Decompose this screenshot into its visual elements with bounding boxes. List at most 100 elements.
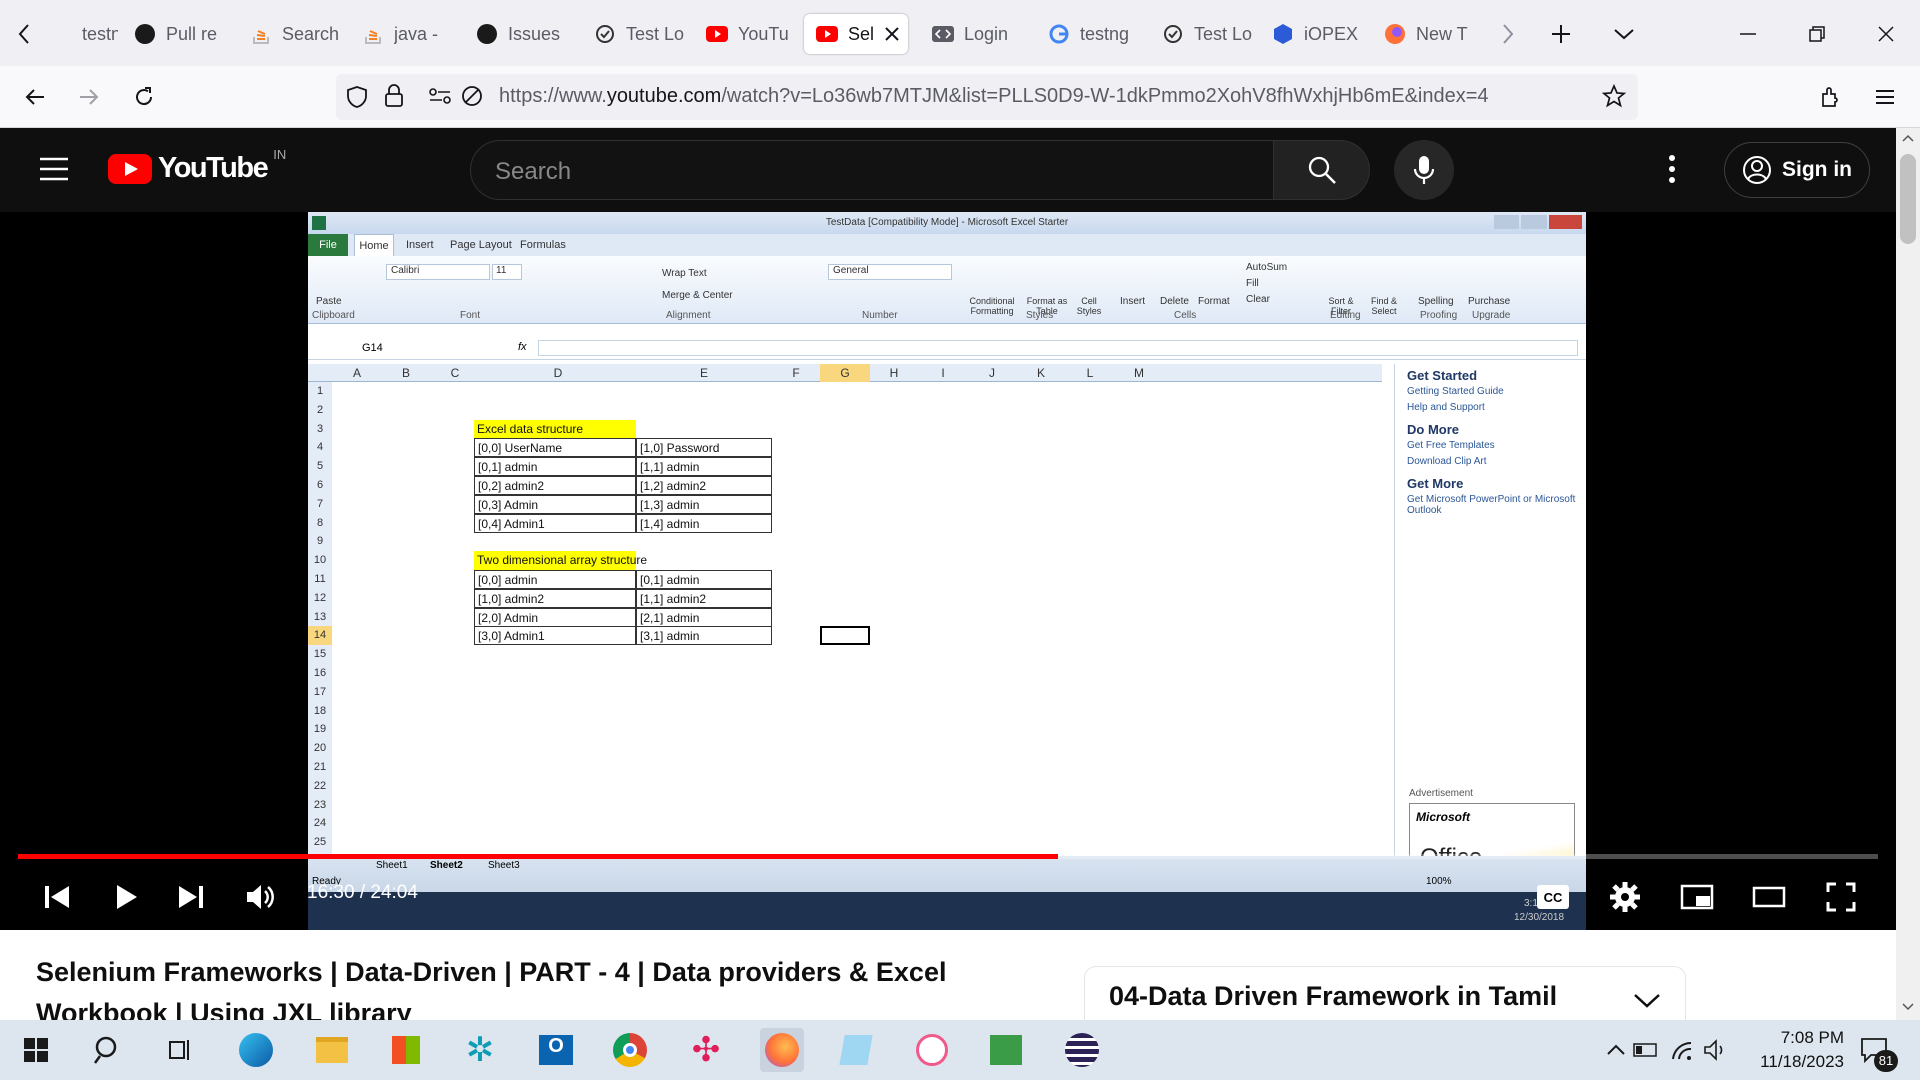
- volume-button[interactable]: [238, 874, 284, 920]
- video-player[interactable]: TestData [Compatibility Mode] - Microsof…: [0, 212, 1896, 930]
- camera-blocked-icon[interactable]: [460, 84, 484, 108]
- image-editor-icon[interactable]: [984, 1028, 1028, 1072]
- row-header: 11: [314, 572, 326, 585]
- testng-icon: [1162, 23, 1184, 45]
- column-header: D: [553, 366, 563, 380]
- windows-taskbar: ✲ O ✣ 7:08 PM 11/18/2023 81: [0, 1020, 1920, 1080]
- file-explorer-icon[interactable]: [310, 1028, 354, 1072]
- browser-tab-8[interactable]: Sel: [804, 14, 908, 54]
- windows-start-icon[interactable]: [14, 1028, 58, 1072]
- tab-label: Login: [964, 23, 1009, 44]
- bookmark-star-icon[interactable]: [1602, 84, 1626, 108]
- browser-tab-11[interactable]: Test Lo: [1150, 14, 1254, 54]
- scrollbar-thumb[interactable]: [1900, 154, 1916, 244]
- row-header: 21: [313, 760, 327, 773]
- edge-icon[interactable]: [234, 1028, 278, 1072]
- address-bar[interactable]: https://www.youtube.com/watch?v=Lo36wb7M…: [336, 74, 1638, 120]
- tab-label: testng: [82, 23, 118, 44]
- subtitles-button[interactable]: CC: [1530, 874, 1576, 920]
- close-tab-icon[interactable]: [884, 26, 900, 42]
- video-progress-bar[interactable]: [18, 854, 1878, 859]
- excel-insert-tab: Insert: [406, 239, 434, 251]
- scroll-up-icon[interactable]: [1902, 134, 1914, 142]
- browser-tab-6[interactable]: Test Lo: [582, 14, 688, 54]
- page-scrollbar[interactable]: [1896, 128, 1920, 1020]
- notification-center-icon[interactable]: 81: [1852, 1028, 1898, 1072]
- forward-button[interactable]: [70, 78, 108, 116]
- chrome-icon[interactable]: [608, 1028, 652, 1072]
- app-menu-icon[interactable]: [1866, 78, 1904, 116]
- scroll-tabs-left-icon[interactable]: [6, 16, 42, 52]
- settings-more-icon[interactable]: [1668, 154, 1676, 184]
- excel-column-headers: A B C D E F G H I J K L M: [308, 364, 1382, 382]
- sign-in-button[interactable]: Sign in: [1724, 142, 1870, 198]
- shield-icon[interactable]: [346, 85, 368, 109]
- back-button[interactable]: [16, 78, 54, 116]
- firefox-taskbar-icon[interactable]: [760, 1028, 804, 1072]
- extensions-icon[interactable]: [1812, 78, 1850, 116]
- table2-cell: [3,0] Admin1: [474, 626, 636, 646]
- reload-button[interactable]: [125, 78, 163, 116]
- collapse-playlist-icon[interactable]: [1633, 993, 1661, 1009]
- excel-file-tab: File: [308, 234, 348, 256]
- taskbar-search-icon[interactable]: [86, 1028, 130, 1072]
- theater-mode-button[interactable]: [1746, 874, 1792, 920]
- browser-tab-2[interactable]: Pull re: [122, 14, 232, 54]
- play-icon: [117, 885, 137, 909]
- guide-menu-icon[interactable]: [38, 154, 70, 184]
- restore-window-button[interactable]: [1799, 16, 1835, 52]
- column-header: J: [989, 366, 995, 380]
- list-all-tabs-icon[interactable]: [1606, 16, 1642, 52]
- new-tab-button[interactable]: [1543, 16, 1579, 52]
- browser-tab-7[interactable]: YouTu: [694, 14, 798, 54]
- settings-button[interactable]: [1602, 874, 1648, 920]
- play-button[interactable]: [104, 874, 150, 920]
- account-icon: [1743, 156, 1771, 184]
- fullscreen-button[interactable]: [1818, 874, 1864, 920]
- browser-tab-4[interactable]: java -: [350, 14, 458, 54]
- column-header: K: [1036, 366, 1045, 380]
- excel-delete-cells: Delete: [1160, 296, 1189, 307]
- slack-icon[interactable]: ✣: [684, 1028, 728, 1072]
- close-window-button[interactable]: [1868, 16, 1904, 52]
- scroll-tabs-right-icon[interactable]: [1490, 16, 1526, 52]
- browser-tab-12[interactable]: iOPEX: [1260, 14, 1366, 54]
- browser-tab-1[interactable]: testng: [38, 14, 118, 54]
- microsoft-store-icon[interactable]: [384, 1028, 428, 1072]
- table2-cell: [2,1] admin: [636, 607, 772, 627]
- search-button[interactable]: [1274, 140, 1370, 200]
- table1-cell: [0,3] Admin: [474, 494, 636, 514]
- system-clock[interactable]: 7:08 PM 11/18/2023: [1724, 1026, 1844, 1074]
- browser-tab-10[interactable]: testng: [1036, 14, 1144, 54]
- minimize-window-button[interactable]: [1730, 16, 1766, 52]
- youtube-icon: [706, 23, 728, 45]
- url-text[interactable]: https://www.youtube.com/watch?v=Lo36wb7M…: [499, 85, 1489, 108]
- browser-tab-9[interactable]: Login: [920, 14, 1026, 54]
- pycharm-icon[interactable]: [910, 1028, 954, 1072]
- group-proofing: Proofing: [1420, 310, 1458, 321]
- eclipse-icon[interactable]: [1060, 1028, 1104, 1072]
- previous-video-button[interactable]: [34, 874, 80, 920]
- lock-icon[interactable]: [384, 84, 404, 108]
- next-video-button[interactable]: [168, 874, 214, 920]
- table2-header: Two dimensional array structure: [474, 551, 647, 571]
- task-view-icon[interactable]: [158, 1028, 202, 1072]
- tp-get-started: Get Started: [1407, 368, 1478, 383]
- tp-get-more: Get More: [1407, 476, 1464, 491]
- voice-search-button[interactable]: [1394, 140, 1454, 200]
- excel-window-controls: [1494, 215, 1582, 229]
- notes-app-icon[interactable]: [834, 1028, 878, 1072]
- browser-tab-3[interactable]: Search: [238, 14, 346, 54]
- outlook-icon[interactable]: O: [534, 1028, 578, 1072]
- video-frame-excel-window[interactable]: TestData [Compatibility Mode] - Microsof…: [308, 212, 1586, 930]
- youtube-logo[interactable]: YouTube IN: [108, 147, 286, 185]
- browser-tab-5[interactable]: Issues: [464, 14, 576, 54]
- row-header: 12: [313, 591, 327, 604]
- scroll-down-icon[interactable]: [1902, 1003, 1914, 1011]
- permissions-icon[interactable]: [428, 86, 452, 106]
- miniplayer-button[interactable]: [1674, 874, 1720, 920]
- table1-cell: [0,1] admin: [474, 457, 636, 477]
- snowflake-app-icon[interactable]: ✲: [458, 1028, 502, 1072]
- search-input[interactable]: Search: [470, 140, 1274, 200]
- browser-tab-13[interactable]: New T: [1372, 14, 1476, 54]
